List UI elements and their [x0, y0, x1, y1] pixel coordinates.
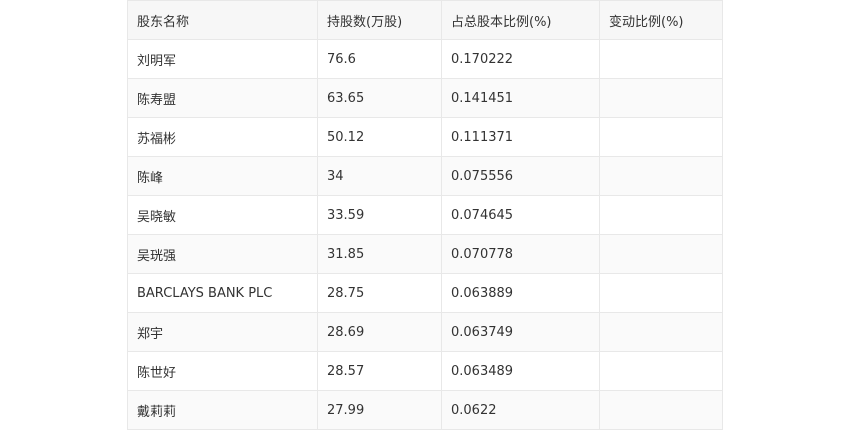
cell-share-ratio: 0.141451: [441, 78, 600, 118]
cell-shareholder-name: 吴珖强: [127, 234, 318, 274]
cell-change-ratio: [599, 234, 723, 274]
cell-change-ratio: [599, 273, 723, 313]
cell-change-ratio: [599, 312, 723, 352]
cell-change-ratio: [599, 156, 723, 196]
cell-share-ratio: 0.070778: [441, 234, 600, 274]
cell-change-ratio: [599, 117, 723, 157]
cell-change-ratio: [599, 78, 723, 118]
cell-change-ratio: [599, 195, 723, 235]
cell-change-ratio: [599, 390, 723, 430]
table-row: 陈世好 28.57 0.063489: [127, 351, 723, 391]
cell-share-ratio: 0.063889: [441, 273, 600, 313]
cell-shareholder-name: 刘明军: [127, 39, 318, 79]
table-row: 戴莉莉 27.99 0.0622: [127, 390, 723, 430]
table-header-row: 股东名称 持股数(万股) 占总股本比例(%) 变动比例(%): [127, 0, 723, 40]
cell-shareholder-name: 郑宇: [127, 312, 318, 352]
cell-shareholder-name: 陈寿盟: [127, 78, 318, 118]
cell-shares-held: 76.6: [317, 39, 442, 79]
cell-share-ratio: 0.074645: [441, 195, 600, 235]
cell-share-ratio: 0.170222: [441, 39, 600, 79]
cell-shares-held: 27.99: [317, 390, 442, 430]
shareholder-table-container: 股东名称 持股数(万股) 占总股本比例(%) 变动比例(%) 刘明军 76.6 …: [127, 0, 723, 430]
cell-share-ratio: 0.063749: [441, 312, 600, 352]
table-row: 陈峰 34 0.075556: [127, 156, 723, 196]
cell-shares-held: 34: [317, 156, 442, 196]
table-row: 吴晓敏 33.59 0.074645: [127, 195, 723, 235]
cell-change-ratio: [599, 39, 723, 79]
cell-shareholder-name: BARCLAYS BANK PLC: [127, 273, 318, 313]
table-row: 苏福彬 50.12 0.111371: [127, 117, 723, 157]
cell-share-ratio: 0.111371: [441, 117, 600, 157]
cell-shares-held: 33.59: [317, 195, 442, 235]
shareholder-table: 股东名称 持股数(万股) 占总股本比例(%) 变动比例(%) 刘明军 76.6 …: [127, 0, 723, 430]
cell-share-ratio: 0.0622: [441, 390, 600, 430]
table-row: 陈寿盟 63.65 0.141451: [127, 78, 723, 118]
cell-shares-held: 28.75: [317, 273, 442, 313]
cell-shareholder-name: 苏福彬: [127, 117, 318, 157]
header-change-ratio: 变动比例(%): [599, 0, 723, 40]
cell-change-ratio: [599, 351, 723, 391]
table-row: 吴珖强 31.85 0.070778: [127, 234, 723, 274]
table-row: BARCLAYS BANK PLC 28.75 0.063889: [127, 273, 723, 313]
table-row: 刘明军 76.6 0.170222: [127, 39, 723, 79]
cell-shares-held: 31.85: [317, 234, 442, 274]
cell-share-ratio: 0.075556: [441, 156, 600, 196]
cell-shareholder-name: 陈世好: [127, 351, 318, 391]
cell-shares-held: 50.12: [317, 117, 442, 157]
cell-shares-held: 28.57: [317, 351, 442, 391]
header-shareholder-name: 股东名称: [127, 0, 318, 40]
cell-shares-held: 63.65: [317, 78, 442, 118]
cell-shareholder-name: 陈峰: [127, 156, 318, 196]
cell-shares-held: 28.69: [317, 312, 442, 352]
header-share-ratio: 占总股本比例(%): [441, 0, 600, 40]
cell-shareholder-name: 戴莉莉: [127, 390, 318, 430]
cell-share-ratio: 0.063489: [441, 351, 600, 391]
table-row: 郑宇 28.69 0.063749: [127, 312, 723, 352]
cell-shareholder-name: 吴晓敏: [127, 195, 318, 235]
header-shares-held: 持股数(万股): [317, 0, 442, 40]
